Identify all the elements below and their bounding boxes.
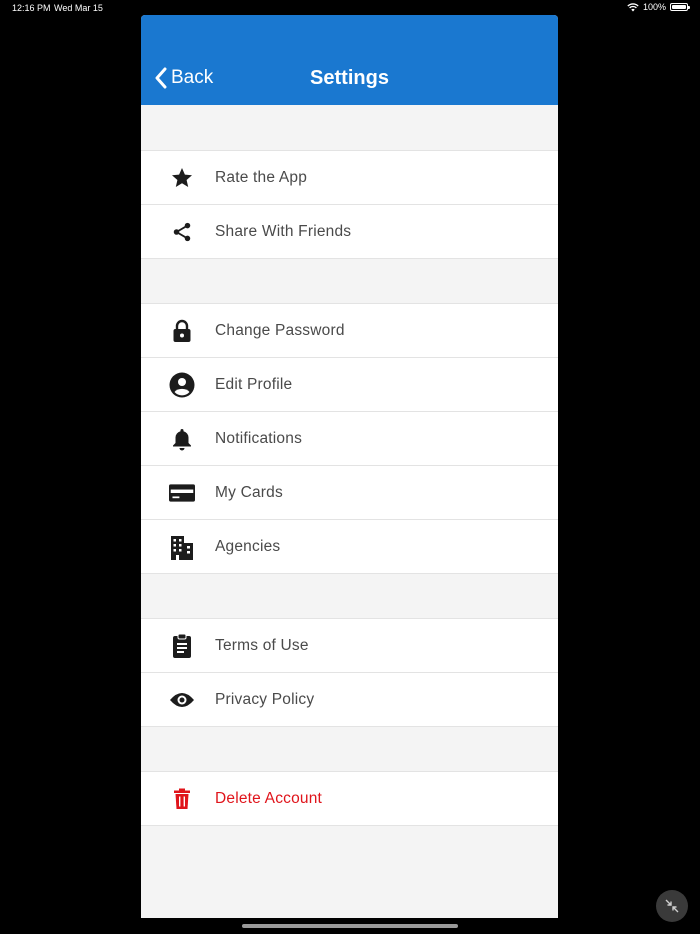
edit-profile-row[interactable]: Edit Profile — [141, 357, 558, 411]
collapse-arrows-icon — [665, 899, 679, 913]
eye-icon — [169, 687, 195, 713]
notifications-label: Notifications — [215, 429, 303, 447]
share-friends-row[interactable]: Share With Friends — [141, 204, 558, 259]
rate-app-label: Rate the App — [215, 168, 308, 186]
navigation-bar: Back Settings — [141, 15, 558, 105]
settings-group-general: Rate the App Share With Friends — [141, 150, 558, 259]
share-friends-label: Share With Friends — [215, 222, 352, 240]
credit-card-icon — [169, 480, 195, 506]
status-time: 12:16 PM — [12, 3, 51, 13]
page-title: Settings — [310, 67, 389, 89]
agencies-row[interactable]: Agencies — [141, 519, 558, 574]
collapse-button[interactable] — [656, 890, 688, 922]
terms-of-use-label: Terms of Use — [215, 636, 309, 654]
home-indicator — [242, 924, 458, 928]
wifi-icon — [627, 2, 639, 11]
share-icon — [169, 219, 195, 245]
star-icon — [169, 165, 195, 191]
account-circle-icon — [169, 372, 195, 398]
edit-profile-label: Edit Profile — [215, 375, 293, 393]
building-icon — [169, 534, 195, 560]
agencies-label: Agencies — [215, 537, 281, 555]
delete-account-label: Delete Account — [215, 789, 323, 807]
battery-icon — [670, 3, 690, 11]
change-password-row[interactable]: Change Password — [141, 303, 558, 357]
privacy-policy-label: Privacy Policy — [215, 690, 315, 708]
rate-app-row[interactable]: Rate the App — [141, 150, 558, 204]
lock-icon — [169, 318, 195, 344]
delete-account-row[interactable]: Delete Account — [141, 771, 558, 826]
privacy-policy-row[interactable]: Privacy Policy — [141, 672, 558, 727]
battery-percent: 100% — [642, 2, 666, 12]
settings-group-danger: Delete Account — [141, 771, 558, 826]
clipboard-icon — [169, 633, 195, 659]
status-right: 100% — [627, 2, 690, 12]
notifications-row[interactable]: Notifications — [141, 411, 558, 465]
settings-panel: Back Settings Rate the App Share With Fr… — [141, 15, 558, 918]
status-date: Wed Mar 15 — [54, 3, 103, 13]
my-cards-label: My Cards — [215, 483, 283, 501]
my-cards-row[interactable]: My Cards — [141, 465, 558, 519]
settings-group-account: Change Password Edit Profile Notificatio… — [141, 303, 558, 574]
change-password-label: Change Password — [215, 321, 345, 339]
terms-of-use-row[interactable]: Terms of Use — [141, 618, 558, 672]
trash-icon — [169, 786, 195, 812]
bell-icon — [169, 426, 195, 452]
settings-group-legal: Terms of Use Privacy Policy — [141, 618, 558, 727]
status-bar: 12:16 PM Wed Mar 15 100% — [0, 0, 700, 16]
